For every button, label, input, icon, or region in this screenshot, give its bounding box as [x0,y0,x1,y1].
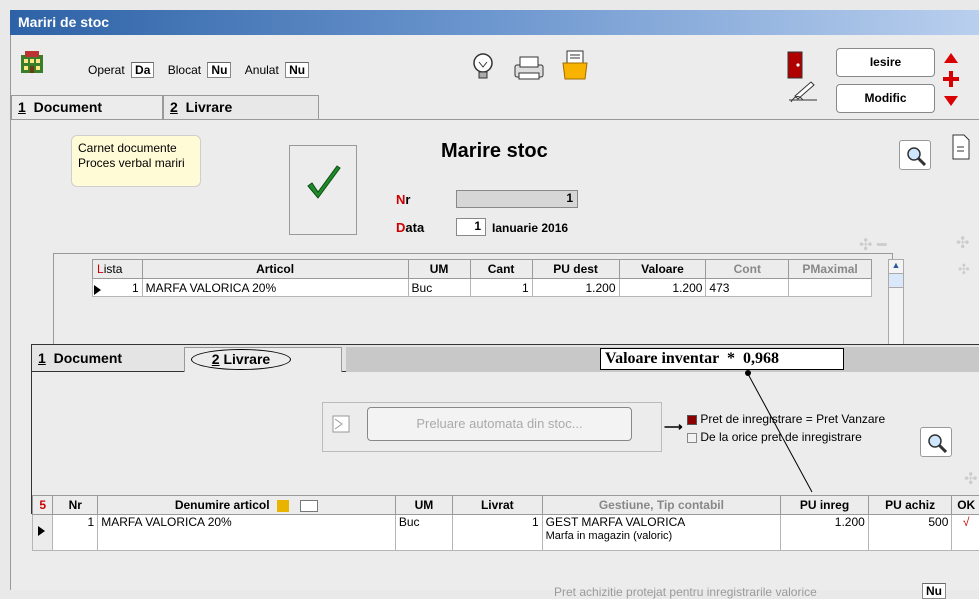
search-icon [927,433,947,453]
cell-livrat[interactable]: 1 [452,515,542,551]
sort-icon [300,500,318,512]
articles-grid: Lista Articol UM Cant PU dest Valoare Co… [53,253,893,347]
col-gestiune[interactable]: Gestiune, Tip contabil [542,496,781,515]
blocat-label: Blocat [168,63,201,77]
col-cont[interactable]: Cont [706,260,789,279]
import-icon [332,415,350,436]
search-button-2[interactable] [920,427,952,457]
anulat-value: Nu [285,62,309,78]
document-icon[interactable] [951,133,971,164]
row-pointer [33,515,53,551]
tab-document-2[interactable]: 1 Document [32,347,184,371]
livrare-grid: 5 Nr Denumire articol UM Livrat Gestiune… [32,495,979,551]
info-line-1: Carnet documente [78,141,194,156]
cell-nr[interactable]: 1 [53,515,98,551]
add-row-icon[interactable]: ✣ ━ [859,235,886,255]
info-line-2: Proces verbal mariri [78,156,194,171]
col-valoare[interactable]: Valoare [619,260,706,279]
cell-pu-inreg[interactable]: 1.200 [781,515,869,551]
data-text: Ianuarie 2016 [492,221,568,235]
cell-pu-dest[interactable]: 1.200 [532,279,619,297]
col-um-2[interactable]: UM [395,496,452,515]
validated-panel [289,145,357,235]
window-title: Mariri de stoc [10,10,979,35]
valoare-inventar-box: Valoare inventar * 0,968 [600,348,844,370]
data-day-field[interactable]: 1 [456,218,486,236]
nr-field[interactable]: 1 [456,190,578,208]
search-icon [906,146,926,166]
cell-gestiune[interactable]: GEST MARFA VALORICA Marfa in magazin (va… [542,515,781,551]
arrow-down-icon[interactable] [944,95,958,109]
lightbulb-icon[interactable] [471,52,495,83]
data-label: Data [396,220,424,235]
tab-document[interactable]: 1 Document [11,95,163,119]
cell-denumire[interactable]: MARFA VALORICA 20% [98,515,396,551]
cell-pmaximal[interactable] [789,279,872,297]
col-marker: 5 [33,496,53,515]
row-pointer-icon [92,284,102,299]
expand-icon-2[interactable]: ✣ [964,469,977,489]
col-nr[interactable]: Nr [53,496,98,515]
tab-livrare[interactable]: 2 Livrare [163,95,319,119]
col-pu-inreg[interactable]: PU inreg [781,496,869,515]
cell-ok[interactable]: √ [952,515,979,551]
operat-label: Operat [88,63,125,77]
grid-scrollbar[interactable]: ▲ [888,259,904,345]
cell-um[interactable]: Buc [408,279,470,297]
nr-label: Nr [396,192,410,207]
cell-pu-achiz[interactable]: 500 [868,515,952,551]
cell-valoare[interactable]: 1.200 [619,279,706,297]
info-box: Carnet documente Proces verbal mariri [71,135,201,187]
table-row[interactable]: 1 MARFA VALORICA 20% Buc 1 1.200 1.200 4… [93,279,872,297]
doc-title: Marire stoc [441,140,548,163]
cell-um-2[interactable]: Buc [395,515,452,551]
modific-button[interactable]: Modific [836,84,935,113]
blocat-value: Nu [207,62,231,78]
building-icon [17,47,47,77]
annotation-line [742,374,822,494]
footer-value[interactable]: Nu [922,583,946,599]
col-um[interactable]: UM [408,260,470,279]
tab-livrare-2[interactable]: 2 Livrare [184,347,342,372]
col-lista[interactable]: Lista [93,260,143,279]
col-cant[interactable]: Cant [470,260,532,279]
add-plus-icon[interactable] [943,71,959,90]
col-livrat[interactable]: Livrat [452,496,542,515]
table-row[interactable]: 1 MARFA VALORICA 20% Buc 1 GEST MARFA VA… [33,515,979,551]
preluare-button[interactable]: Preluare automata din stoc... [367,407,632,441]
move-icon: ✣ [958,261,970,278]
expand-icon[interactable]: ✣ [956,233,969,253]
anulat-label: Anulat [245,63,279,77]
col-pu-achiz[interactable]: PU achiz [868,496,952,515]
col-pmaximal[interactable]: PMaximal [789,260,872,279]
iesire-button[interactable]: Iesire [836,48,935,77]
export-icon[interactable] [559,49,591,84]
main-window: Operat Da Blocat Nu Anulat Nu Iesire Mod… [10,35,979,590]
checkmark-icon [304,164,344,204]
col-articol[interactable]: Articol [142,260,408,279]
col-ok[interactable]: OK [952,496,979,515]
printer-icon[interactable] [511,55,547,84]
tree-icon [277,500,289,512]
search-button[interactable] [899,140,931,170]
edit-pen-icon[interactable] [787,78,819,107]
arrow-right-icon: ⟶ [664,419,683,435]
operat-value: Da [131,62,154,78]
livrare-panel: 1 Document 2 Livrare Valoare inventar * … [31,344,979,514]
footer-label: Pret achizitie protejat pentru inregistr… [554,585,817,599]
col-pu-dest[interactable]: PU dest [532,260,619,279]
arrow-up-icon[interactable] [944,52,958,66]
col-denumire[interactable]: Denumire articol [98,496,396,515]
cell-cant[interactable]: 1 [470,279,532,297]
cell-cont[interactable]: 473 [706,279,789,297]
cell-articol[interactable]: MARFA VALORICA 20% [142,279,408,297]
